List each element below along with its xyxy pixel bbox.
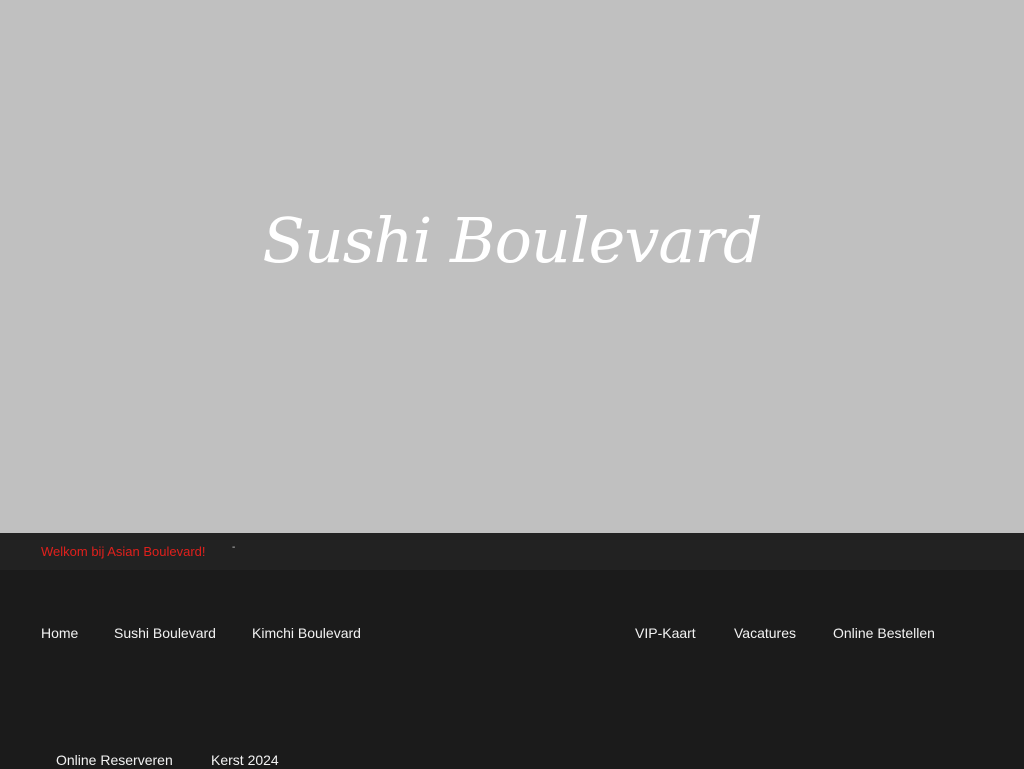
ticker-separator: - [232,542,236,553]
nav-link-sushi-boulevard[interactable]: Sushi Boulevard [114,624,216,642]
nav-link-online-bestellen[interactable]: Online Bestellen [833,624,935,642]
hero-title: Sushi Boulevard [262,204,762,277]
nav-link-home[interactable]: Home [41,624,78,642]
ticker-message[interactable]: Welkom bij Asian Boulevard! [41,543,206,560]
announcement-ticker: Welkom bij Asian Boulevard! - [0,533,1024,570]
nav-link-kimchi-boulevard[interactable]: Kimchi Boulevard [252,624,361,642]
nav-link-online-reserveren[interactable]: Online Reserveren [56,751,173,769]
nav-link-vacatures[interactable]: Vacatures [734,624,796,642]
nav-link-kerst-2024[interactable]: Kerst 2024 [211,751,279,769]
nav-link-vip-kaart[interactable]: VIP-Kaart [635,624,696,642]
hero-banner: Sushi Boulevard [0,0,1024,533]
